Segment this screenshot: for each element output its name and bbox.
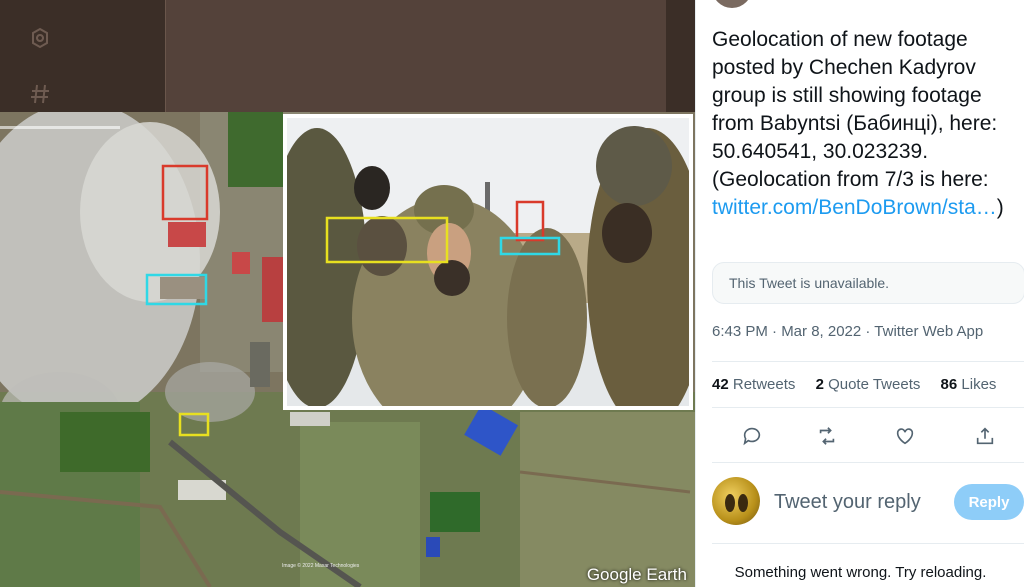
gear-icon bbox=[28, 26, 52, 55]
google-earth-watermark: Google Earth bbox=[586, 565, 687, 584]
user-avatar[interactable] bbox=[712, 477, 760, 525]
like-icon[interactable] bbox=[887, 420, 923, 452]
retweet-icon[interactable] bbox=[809, 420, 845, 452]
tweet-link[interactable]: twitter.com/BenDoBrown/sta… bbox=[712, 196, 997, 219]
imagery-credit: Image © 2022 Maxar Technologies bbox=[282, 563, 360, 569]
quote-tweets-stat[interactable]: 2 Quote Tweets bbox=[816, 376, 921, 393]
tweet-stats: 42 Retweets 2 Quote Tweets 86 Likes bbox=[712, 376, 1012, 393]
quoted-tweet-unavailable: This Tweet is unavailable. bbox=[712, 262, 1024, 304]
divider bbox=[712, 407, 1024, 408]
divider bbox=[712, 462, 1024, 463]
share-icon[interactable] bbox=[967, 420, 1003, 452]
error-message: Something went wrong. Try reloading. bbox=[734, 564, 987, 581]
video-frame-inset bbox=[283, 114, 693, 410]
dimmed-panel bbox=[165, 0, 666, 112]
hashtag-icon bbox=[28, 82, 52, 111]
reply-icon[interactable] bbox=[734, 420, 770, 452]
tweet-timestamp[interactable]: 6:43 PM · Mar 8, 2022 · Twitter Web App bbox=[712, 323, 983, 340]
retweets-stat[interactable]: 42 Retweets bbox=[712, 376, 795, 393]
media-area: Image © 2022 Maxar Technologies Google E… bbox=[0, 0, 695, 587]
tweet-text: Geolocation of new footage posted by Che… bbox=[712, 26, 1022, 222]
tweet-panel: Geolocation of new footage posted by Che… bbox=[695, 0, 1024, 587]
reply-input[interactable]: Tweet your reply bbox=[774, 491, 921, 514]
tweet-text-tail: ) bbox=[996, 196, 1004, 219]
likes-stat[interactable]: 86 Likes bbox=[941, 376, 997, 393]
divider bbox=[712, 361, 1024, 362]
reply-button[interactable]: Reply bbox=[954, 484, 1024, 520]
tweet-actions bbox=[712, 420, 1012, 452]
author-avatar[interactable] bbox=[712, 0, 752, 8]
divider bbox=[712, 543, 1024, 544]
tweet-body: Geolocation of new footage posted by Che… bbox=[712, 28, 998, 191]
